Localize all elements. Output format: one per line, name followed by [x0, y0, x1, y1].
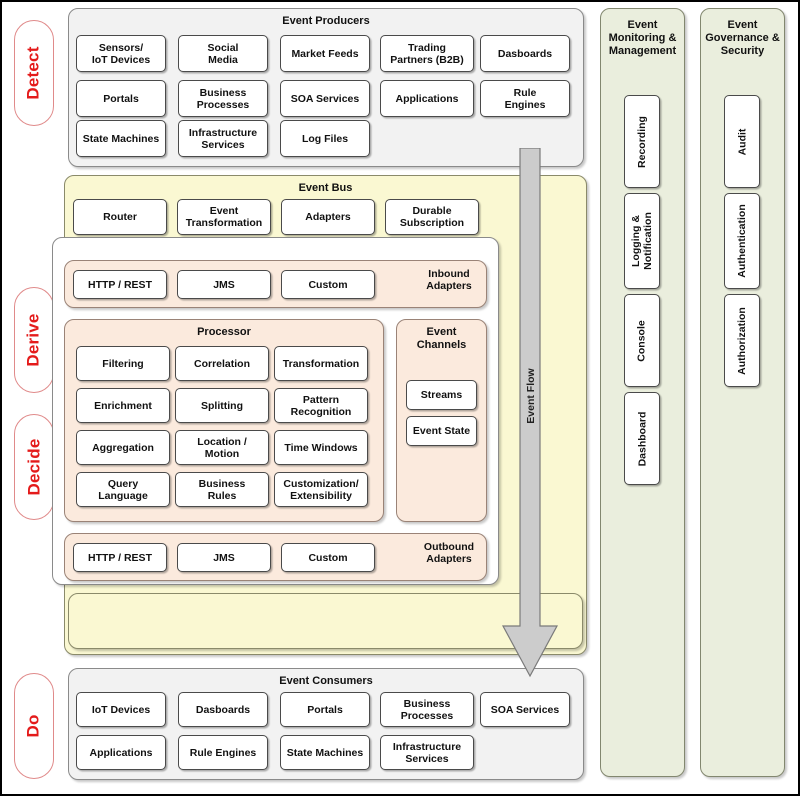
processor-node-aggregation[interactable]: Aggregation — [76, 430, 170, 465]
stage-pill-decide: Decide — [14, 414, 54, 520]
producer-node-business-processes[interactable]: Business Processes — [178, 80, 268, 117]
node-label: Authentication — [736, 204, 748, 278]
event-monitoring-title: Event Monitoring & Management — [608, 19, 677, 57]
producer-node-infrastructure-services[interactable]: Infrastructure Services — [178, 120, 268, 157]
stage-label: Do — [24, 714, 43, 738]
processor-node-transformation[interactable]: Transformation — [274, 346, 368, 381]
processor-node-splitting[interactable]: Splitting — [175, 388, 269, 423]
producer-node-portals[interactable]: Portals — [76, 80, 166, 117]
consumer-node-portals[interactable]: Portals — [280, 692, 370, 727]
processor-node-location-motion[interactable]: Location / Motion — [175, 430, 269, 465]
node-label: Dashboard — [636, 411, 648, 466]
monitoring-node-dashboard[interactable]: Dashboard — [624, 392, 660, 485]
diagram-canvas: Detect Derive Decide Do Event Producers … — [0, 0, 800, 796]
consumer-node-rule-engines[interactable]: Rule Engines — [178, 735, 268, 770]
stage-label: Derive — [24, 313, 43, 367]
monitoring-node-logging-notification[interactable]: Logging & Notification — [624, 193, 660, 289]
producer-node-market-feeds[interactable]: Market Feeds — [280, 35, 370, 72]
event-consumers-title: Event Consumers — [279, 675, 373, 687]
consumer-node-applications[interactable]: Applications — [76, 735, 166, 770]
node-label: Recording — [636, 115, 649, 168]
event-channel-node-streams[interactable]: Streams — [406, 380, 477, 410]
stage-pill-derive: Derive — [14, 287, 54, 393]
producer-node-dasboards[interactable]: Dasboards — [480, 35, 570, 72]
event-bus-node-event-transformation[interactable]: Event Transformation — [177, 199, 271, 235]
event-bus-title: Event Bus — [298, 182, 353, 194]
inbound-adapter-node-http-rest[interactable]: HTTP / REST — [73, 270, 167, 299]
consumer-node-soa-services[interactable]: SOA Services — [480, 692, 570, 727]
event-bus-node-durable-subscription[interactable]: Durable Subscription — [385, 199, 479, 235]
stage-pill-detect: Detect — [14, 20, 54, 126]
stage-pill-do: Do — [14, 673, 54, 779]
processor-node-customization-extensibility[interactable]: Customization/Extensibility — [274, 472, 368, 507]
processor-title: Processor — [197, 326, 251, 338]
producer-node-applications[interactable]: Applications — [380, 80, 474, 117]
consumer-node-business-processes[interactable]: Business Processes — [380, 692, 474, 727]
consumer-node-state-machines[interactable]: State Machines — [280, 735, 370, 770]
event-bus-node-adapters[interactable]: Adapters — [281, 199, 375, 235]
monitoring-node-console[interactable]: Console — [624, 294, 660, 387]
event-bus-node-router[interactable]: Router — [73, 199, 167, 235]
producer-node-soa-services[interactable]: SOA Services — [280, 80, 370, 117]
outbound-adapter-node-http-rest[interactable]: HTTP / REST — [73, 543, 167, 572]
node-label: Authorization — [736, 306, 748, 375]
outbound-adapters-label: Outbound Adapters — [423, 541, 475, 565]
inbound-adapter-node-custom[interactable]: Custom — [281, 270, 375, 299]
consumer-node-dasboards[interactable]: Dasboards — [178, 692, 268, 727]
processor-node-query-language[interactable]: Query Language — [76, 472, 170, 507]
processor-node-business-rules[interactable]: Business Rules — [175, 472, 269, 507]
governance-node-audit[interactable]: Audit — [724, 95, 760, 188]
event-producers-title: Event Producers — [282, 15, 370, 27]
processor-node-correlation[interactable]: Correlation — [175, 346, 269, 381]
processor-node-filtering[interactable]: Filtering — [76, 346, 170, 381]
producer-node-social-media[interactable]: Social Media — [178, 35, 268, 72]
governance-node-authentication[interactable]: Authentication — [724, 193, 760, 289]
producer-node-rule-engines[interactable]: Rule Engines — [480, 80, 570, 117]
inbound-adapters-label: Inbound Adapters — [426, 268, 472, 292]
event-flow-label: Event Flow — [525, 368, 537, 424]
stage-label: Decide — [24, 438, 44, 496]
node-label: Console — [636, 319, 649, 362]
event-channel-node-event-state[interactable]: Event State — [406, 416, 477, 446]
processor-node-pattern-recognition[interactable]: Pattern Recognition — [274, 388, 368, 423]
consumer-node-infrastructure-services[interactable]: Infrastructure Services — [380, 735, 474, 770]
node-label: Audit — [735, 128, 748, 155]
producer-node-state-machines[interactable]: State Machines — [76, 120, 166, 157]
governance-node-authorization[interactable]: Authorization — [724, 294, 760, 387]
producer-node-sensors-iot-devices[interactable]: Sensors/IoT Devices — [76, 35, 166, 72]
processor-node-time-windows[interactable]: Time Windows — [274, 430, 368, 465]
inbound-adapter-node-jms[interactable]: JMS — [177, 270, 271, 299]
monitoring-node-recording[interactable]: Recording — [624, 95, 660, 188]
producer-node-trading-partners-b2b[interactable]: Trading Partners (B2B) — [380, 35, 474, 72]
event-channels-title: Event Channels — [416, 326, 467, 351]
outbound-adapter-node-jms[interactable]: JMS — [177, 543, 271, 572]
event-bus-lower-strip — [68, 593, 583, 649]
consumer-node-iot-devices[interactable]: IoT Devices — [76, 692, 166, 727]
producer-node-log-files[interactable]: Log Files — [280, 120, 370, 157]
stage-label: Detect — [24, 46, 44, 100]
event-governance-title: Event Governance & Security — [705, 19, 780, 57]
processor-node-enrichment[interactable]: Enrichment — [76, 388, 170, 423]
node-label: Logging & Notification — [630, 212, 654, 270]
outbound-adapter-node-custom[interactable]: Custom — [281, 543, 375, 572]
